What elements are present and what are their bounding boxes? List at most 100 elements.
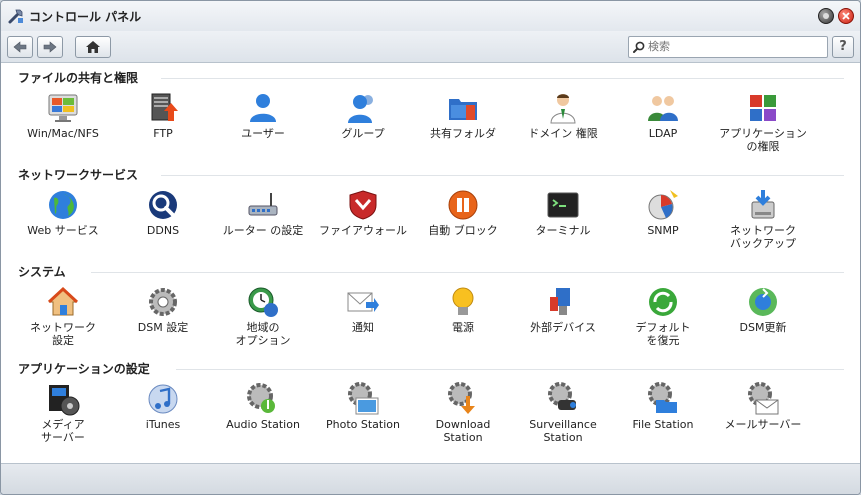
file-station-icon bbox=[646, 382, 680, 416]
item-label: ターミナル bbox=[535, 224, 591, 237]
item-label: デフォルト を復元 bbox=[635, 321, 691, 347]
control-panel-item[interactable]: Download Station bbox=[413, 382, 513, 444]
mail-server-icon bbox=[746, 382, 780, 416]
media-server-icon bbox=[46, 382, 80, 416]
section-title: ファイルの共有と権限 bbox=[18, 71, 139, 85]
control-panel-item[interactable]: FTP bbox=[113, 91, 213, 140]
item-label: アプリケーション の権限 bbox=[719, 127, 807, 153]
close-button[interactable] bbox=[838, 8, 854, 24]
control-panel-item[interactable]: ネットワーク 設定 bbox=[13, 285, 113, 347]
control-panel-item[interactable]: ドメイン 権限 bbox=[513, 91, 613, 140]
section-divider bbox=[176, 369, 844, 370]
control-panel-item[interactable]: File Station bbox=[613, 382, 713, 431]
control-panel-item[interactable]: Win/Mac/NFS bbox=[13, 91, 113, 140]
item-label: ドメイン 権限 bbox=[528, 127, 598, 140]
control-panel-item[interactable]: ファイアウォール bbox=[313, 188, 413, 237]
regional-options-icon bbox=[246, 285, 280, 319]
control-panel-item[interactable]: 外部デバイス bbox=[513, 285, 613, 334]
item-label: ファイアウォール bbox=[319, 224, 407, 237]
control-panel-item[interactable]: Surveillance Station bbox=[513, 382, 613, 444]
minimize-button[interactable] bbox=[818, 8, 834, 24]
help-button[interactable]: ? bbox=[832, 35, 854, 58]
dsm-settings-icon bbox=[146, 285, 180, 319]
search-box[interactable] bbox=[628, 35, 828, 58]
control-panel-item[interactable]: 通知 bbox=[313, 285, 413, 334]
control-panel-item[interactable]: メールサーバー bbox=[713, 382, 813, 431]
control-panel-item[interactable]: 電源 bbox=[413, 285, 513, 334]
network-backup-icon bbox=[746, 188, 780, 222]
item-label: FTP bbox=[153, 127, 173, 140]
forward-button[interactable] bbox=[37, 35, 63, 58]
item-label: Web サービス bbox=[27, 224, 99, 237]
control-panel-icon bbox=[7, 7, 25, 25]
control-panel-item[interactable]: Web サービス bbox=[13, 188, 113, 237]
control-panel-item[interactable]: DDNS bbox=[113, 188, 213, 237]
itunes-icon bbox=[146, 382, 180, 416]
control-panel-item[interactable]: SNMP bbox=[613, 188, 713, 237]
terminal-icon bbox=[546, 188, 580, 222]
control-panel-item[interactable]: Audio Station bbox=[213, 382, 313, 431]
control-panel-item[interactable]: デフォルト を復元 bbox=[613, 285, 713, 347]
arrow-right-icon bbox=[43, 40, 57, 53]
item-label: ネットワーク バックアップ bbox=[730, 224, 796, 250]
search-icon bbox=[633, 41, 645, 53]
control-panel-item[interactable]: 地域の オプション bbox=[213, 285, 313, 347]
control-panel-item[interactable]: 共有フォルダ bbox=[413, 91, 513, 140]
item-label: 自動 ブロック bbox=[428, 224, 498, 237]
control-panel-item[interactable]: LDAP bbox=[613, 91, 713, 140]
control-panel-item[interactable]: グループ bbox=[313, 91, 413, 140]
control-panel-item[interactable]: Photo Station bbox=[313, 382, 413, 431]
section-title: アプリケーションの設定 bbox=[18, 362, 150, 376]
item-label: メディア サーバー bbox=[41, 418, 85, 444]
item-label: File Station bbox=[632, 418, 694, 431]
item-label: 地域の オプション bbox=[235, 321, 291, 347]
item-label: Audio Station bbox=[226, 418, 300, 431]
firewall-icon bbox=[346, 188, 380, 222]
section-divider bbox=[161, 175, 844, 176]
snmp-icon bbox=[646, 188, 680, 222]
item-label: ネットワーク 設定 bbox=[30, 321, 96, 347]
control-panel-item[interactable]: 自動 ブロック bbox=[413, 188, 513, 237]
close-icon bbox=[842, 12, 850, 20]
item-label: DDNS bbox=[146, 224, 180, 237]
audio-station-icon bbox=[246, 382, 280, 416]
item-label: DSM更新 bbox=[739, 321, 787, 334]
arrow-left-icon bbox=[13, 40, 27, 53]
control-panel-item[interactable]: アプリケーション の権限 bbox=[713, 91, 813, 153]
router-icon bbox=[246, 188, 280, 222]
ftp-icon bbox=[146, 91, 180, 125]
control-panel-item[interactable]: ユーザー bbox=[213, 91, 313, 140]
search-input[interactable] bbox=[645, 40, 818, 53]
ddns-icon bbox=[146, 188, 180, 222]
help-button-label: ? bbox=[839, 39, 847, 54]
item-label: ユーザー bbox=[241, 127, 285, 140]
web-service-icon bbox=[46, 188, 80, 222]
home-button[interactable] bbox=[75, 35, 111, 58]
item-label: 外部デバイス bbox=[530, 321, 596, 334]
item-label: iTunes bbox=[145, 418, 181, 431]
control-panel-item[interactable]: iTunes bbox=[113, 382, 213, 431]
auto-block-icon bbox=[446, 188, 480, 222]
item-label: SNMP bbox=[647, 224, 679, 237]
control-panel-item[interactable]: ルーター の設定 bbox=[213, 188, 313, 237]
control-panel-item[interactable]: ターミナル bbox=[513, 188, 613, 237]
control-panel-item[interactable]: ネットワーク バックアップ bbox=[713, 188, 813, 250]
control-panel-window: コントロール パネル ? bbox=[0, 0, 861, 495]
external-device-icon bbox=[546, 285, 580, 319]
control-panel-item[interactable]: DSM 設定 bbox=[113, 285, 213, 334]
item-label: Photo Station bbox=[326, 418, 400, 431]
network-settings-icon bbox=[46, 285, 80, 319]
control-panel-item[interactable]: メディア サーバー bbox=[13, 382, 113, 444]
status-bar bbox=[1, 463, 860, 494]
item-label: メールサーバー bbox=[724, 418, 802, 431]
control-panel-item[interactable]: DSM更新 bbox=[713, 285, 813, 334]
ldap-icon bbox=[646, 91, 680, 125]
window-title: コントロール パネル bbox=[29, 9, 142, 24]
group-icon bbox=[346, 91, 380, 125]
item-label: 電源 bbox=[452, 321, 474, 334]
title-bar[interactable]: コントロール パネル bbox=[1, 1, 860, 31]
item-label: 通知 bbox=[352, 321, 374, 334]
domain-privilege-icon bbox=[546, 91, 580, 125]
back-button[interactable] bbox=[7, 35, 33, 58]
section-divider bbox=[161, 78, 844, 79]
